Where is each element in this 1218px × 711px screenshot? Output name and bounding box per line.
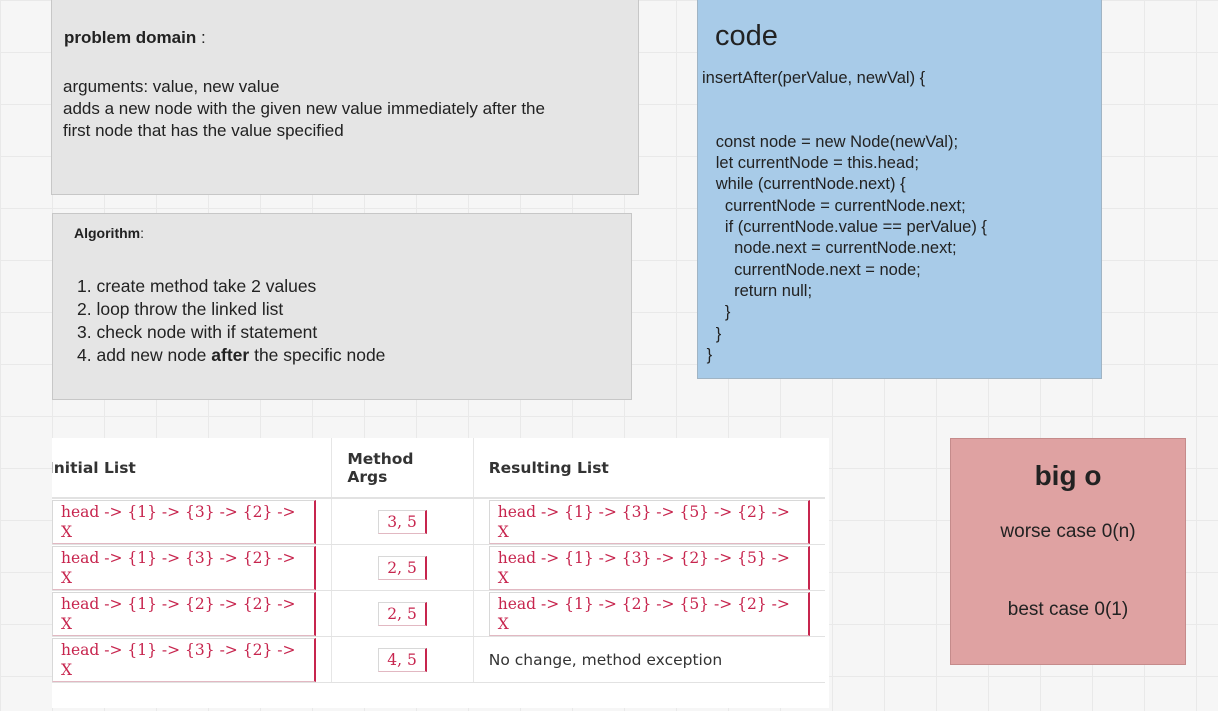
- examples-table: Initial List Method Args Resulting List …: [52, 438, 825, 683]
- code-card[interactable]: code insertAfter(perValue, newVal) { con…: [697, 0, 1102, 379]
- big-o-heading: big o: [1034, 460, 1102, 491]
- code-heading: code: [715, 20, 778, 52]
- table-row: head -> {1} -> {3} -> {2} -> X 4, 5 No c…: [52, 636, 825, 683]
- method-args-cell: 2, 5: [331, 544, 474, 591]
- problem-domain-text: arguments: value, new value adds a new n…: [63, 76, 545, 142]
- column-header-resulting-list: Resulting List: [472, 438, 825, 499]
- method-args-cell: 2, 5: [331, 590, 474, 637]
- big-o-card[interactable]: big o worse case 0(n) best case 0(1): [950, 438, 1186, 665]
- resulting-list-cell: head -> {1} -> {2} -> {5} -> {2} -> X: [472, 590, 825, 637]
- algorithm-step: 4. add new node after the specific node: [77, 345, 386, 365]
- column-header-method-args: Method Args: [331, 438, 474, 499]
- algorithm-step: 3. check node with if statement: [77, 322, 318, 342]
- algorithm-steps: 1. create method take 2 values 2. loop t…: [77, 275, 385, 367]
- initial-list-cell: head -> {1} -> {3} -> {2} -> X: [52, 544, 332, 591]
- algorithm-step: 2. loop throw the linked list: [77, 299, 284, 319]
- problem-line: adds a new node with the given new value…: [63, 99, 545, 118]
- initial-list-cell: head -> {1} -> {3} -> {2} -> X: [52, 498, 332, 545]
- initial-list-cell: head -> {1} -> {2} -> {2} -> X: [52, 590, 332, 637]
- method-args-cell: 3, 5: [331, 498, 474, 545]
- initial-list-cell: head -> {1} -> {3} -> {2} -> X: [52, 636, 332, 683]
- resulting-list-cell: No change, method exception: [472, 636, 825, 683]
- algorithm-card[interactable]: Algorithm: 1. create method take 2 value…: [52, 213, 632, 400]
- method-args-cell: 4, 5: [331, 636, 474, 683]
- algorithm-step: 1. create method take 2 values: [77, 276, 317, 296]
- problem-line: first node that has the value specified: [63, 121, 344, 140]
- code-snippet: insertAfter(perValue, newVal) { const no…: [702, 69, 987, 364]
- table-row: head -> {1} -> {3} -> {2} -> X 3, 5 head…: [52, 498, 825, 545]
- best-case-text: best case 0(1): [1007, 599, 1129, 620]
- resulting-list-cell: head -> {1} -> {3} -> {2} -> {5} -> X: [472, 544, 825, 591]
- table-row: head -> {1} -> {2} -> {2} -> X 2, 5 head…: [52, 590, 825, 637]
- problem-domain-card[interactable]: problem domain : arguments: value, new v…: [51, 0, 639, 195]
- problem-domain-heading: problem domain :: [64, 28, 206, 47]
- examples-table-card[interactable]: Initial List Method Args Resulting List …: [52, 438, 829, 708]
- algorithm-heading: Algorithm:: [74, 225, 144, 241]
- resulting-list-cell: head -> {1} -> {3} -> {5} -> {2} -> X: [472, 498, 825, 545]
- problem-line: arguments: value, new value: [63, 77, 280, 96]
- column-header-initial-list: Initial List: [52, 438, 332, 499]
- worst-case-text: worse case 0(n): [1000, 521, 1136, 542]
- table-row: head -> {1} -> {3} -> {2} -> X 2, 5 head…: [52, 544, 825, 591]
- table-header-row: Initial List Method Args Resulting List: [52, 438, 825, 499]
